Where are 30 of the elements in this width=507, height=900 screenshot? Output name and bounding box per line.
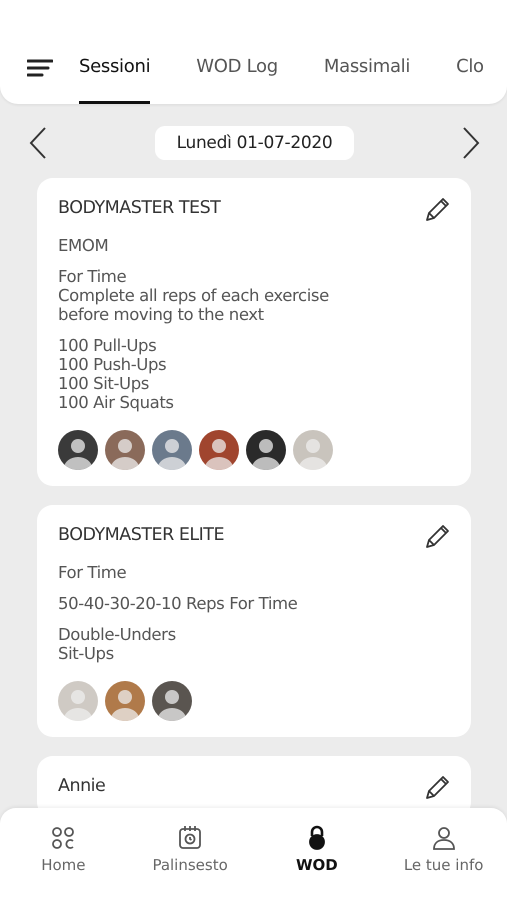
workout-line: 100 Push-Ups: [58, 355, 168, 374]
tab[interactable]: Sessioni: [79, 56, 150, 104]
workout-line: 100 Sit-Ups: [58, 374, 150, 393]
tab[interactable]: Massimali: [324, 56, 410, 104]
workout-line: 50-40-30-20-10 Reps For Time: [58, 594, 298, 613]
nav-item[interactable]: WOD: [254, 808, 380, 900]
workout-line: EMOM: [58, 236, 110, 255]
session-title: BODYMASTER TEST: [58, 198, 220, 218]
tab[interactable]: WOD Log: [196, 56, 278, 104]
workout-line: before moving to the next: [58, 305, 265, 324]
workout-line: Sit-Ups: [58, 644, 115, 663]
nav-item[interactable]: Palinsesto: [126, 808, 254, 900]
workout-line: Double-Unders: [58, 625, 177, 644]
pencil-icon[interactable]: [423, 196, 451, 224]
nav-item[interactable]: Home: [0, 808, 127, 900]
tab[interactable]: Clo: [456, 56, 484, 104]
workout-line: For Time: [58, 563, 128, 582]
date-selector[interactable]: Lunedì 01-07-2020: [154, 126, 354, 160]
workout-line: 100 Pull-Ups: [58, 336, 158, 355]
workout-line: Complete all reps of each exercise: [58, 286, 330, 305]
next-day-icon[interactable]: [460, 126, 481, 160]
previous-day-icon[interactable]: [28, 126, 48, 160]
pencil-icon[interactable]: [423, 523, 451, 551]
session-title: Annie: [58, 776, 106, 796]
nav-item[interactable]: Le tue info: [380, 808, 507, 900]
menu-icon[interactable]: [27, 58, 53, 78]
session-title: BODYMASTER ELITE: [58, 525, 224, 545]
workout-line: For Time: [58, 267, 128, 286]
workout-line: 100 Air Squats: [58, 393, 175, 412]
pencil-icon[interactable]: [423, 774, 451, 802]
